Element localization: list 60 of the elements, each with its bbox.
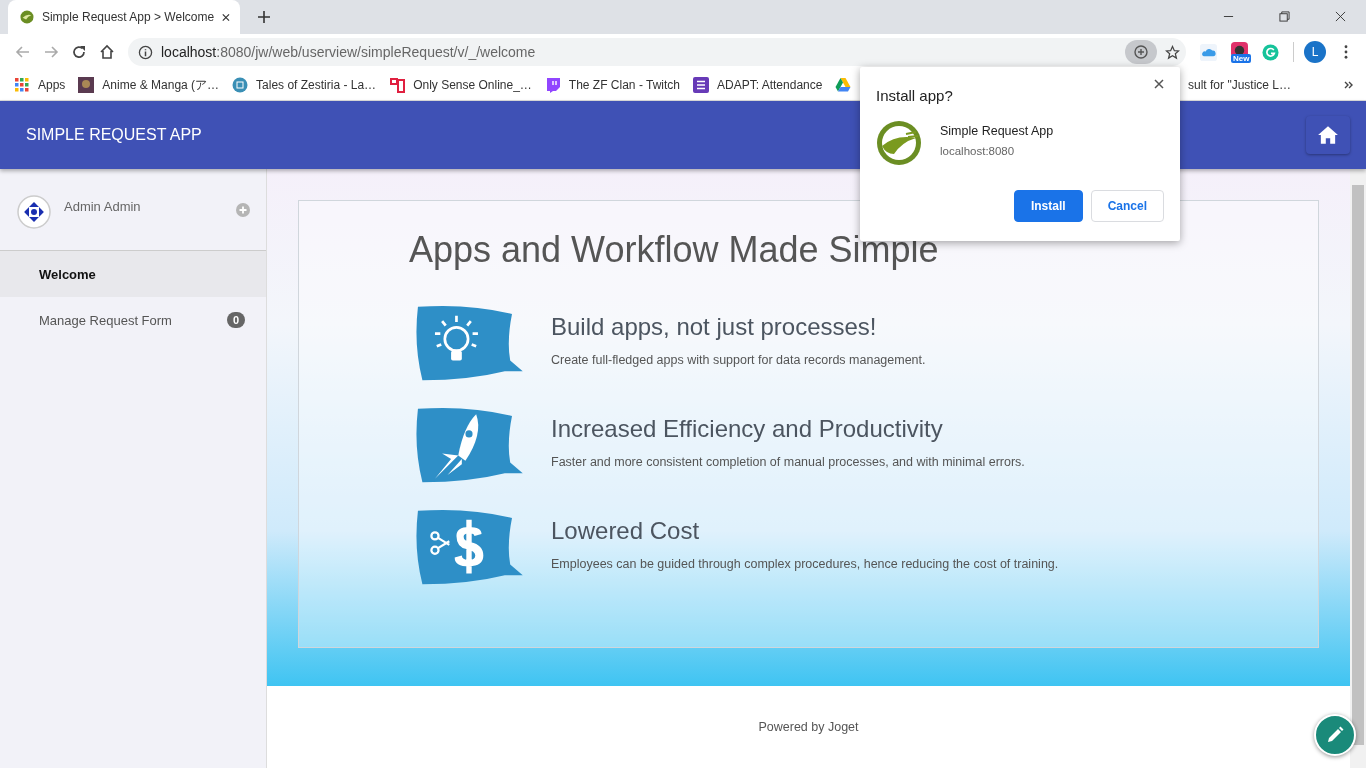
count-badge: 0 <box>226 312 245 328</box>
menu-icon[interactable] <box>1344 45 1348 59</box>
user-avatar <box>17 195 51 229</box>
browser-tab[interactable]: Simple Request App > Welcome <box>8 0 240 34</box>
bookmark[interactable]: sult for "Justice L… <box>1188 78 1291 92</box>
install-icon[interactable] <box>1125 40 1157 64</box>
profile-avatar[interactable]: L <box>1304 41 1326 63</box>
pencil-icon <box>1325 725 1345 745</box>
home-icon <box>1317 125 1339 145</box>
feature-title: Increased Efficiency and Productivity <box>551 415 944 443</box>
dialog-title: Install app? <box>876 87 953 104</box>
feature-description: Create full-fledged apps with support for data records management. <box>551 353 926 367</box>
url-text: localhost:8080/jw/web/userview/simpleRequest/v/_/welcome <box>161 44 536 60</box>
app-logo-icon <box>20 9 34 25</box>
user-name: Admin Admin <box>64 199 141 214</box>
close-icon[interactable] <box>1335 11 1346 22</box>
feature-title: Lowered Cost <box>551 517 701 545</box>
address-bar[interactable]: localhost:8080/jw/web/userview/simpleRequest/v/_/welcome <box>128 38 1186 66</box>
home-button[interactable] <box>1306 116 1350 154</box>
info-icon[interactable] <box>138 44 153 60</box>
footer-text: Powered by Joget <box>758 720 859 734</box>
menu-label: Manage Request Form <box>39 312 173 328</box>
app-name: Simple Request App <box>940 124 1054 138</box>
bookmark[interactable]: Only Sense Online_… <box>389 77 532 93</box>
cloud-icon[interactable] <box>1200 43 1217 61</box>
globe-icon <box>232 77 249 93</box>
close-icon[interactable] <box>1154 79 1164 89</box>
app-origin: localhost:8080 <box>940 145 1016 157</box>
home-icon[interactable] <box>99 44 115 60</box>
bookmark-logo-icon <box>389 77 406 93</box>
app-title: SIMPLE REQUEST APP <box>26 126 202 144</box>
chat-bubble-icon <box>544 77 561 93</box>
sidebar-item[interactable]: Welcome <box>0 251 266 297</box>
feature-title: Build apps, not just processes! <box>551 313 878 341</box>
feature-description: Faster and more consistent completion of manual processes, and with minimal errors. <box>551 455 1025 469</box>
cancel-button[interactable]: Cancel <box>1090 190 1164 222</box>
list-icon <box>693 77 709 93</box>
install-button[interactable]: Install <box>1013 190 1083 222</box>
welcome-heading: Apps and Workflow Made Simple <box>409 229 940 271</box>
bookmark[interactable]: Apps <box>14 77 66 93</box>
apps-grid-icon <box>14 77 30 93</box>
star-icon[interactable] <box>1165 44 1180 60</box>
bookmark[interactable]: Anime & Manga (ア… <box>78 76 220 94</box>
new-tab-icon[interactable] <box>258 11 270 23</box>
sidebar-item[interactable]: Manage Request Form 0 <box>0 297 266 343</box>
app-logo-icon <box>876 120 922 166</box>
thumbnail-icon <box>78 77 95 93</box>
close-icon[interactable] <box>222 12 230 22</box>
restore-icon[interactable] <box>1279 11 1290 22</box>
feature-description: Employees can be guided through complex procedures, hence reducing the cost of training. <box>551 557 1059 571</box>
tab-title: Simple Request App > Welcome <box>41 10 215 24</box>
bookmark[interactable]: ADAPT: Attendance <box>693 77 823 93</box>
chevron-icon[interactable] <box>1344 80 1354 90</box>
bookmark[interactable]: Tales of Zestiria - La… <box>232 77 377 93</box>
menu-label: Welcome <box>39 266 97 282</box>
bookmark[interactable] <box>835 77 852 93</box>
bookmark[interactable]: The ZF Clan - Twitch <box>544 77 680 93</box>
scrollbar[interactable] <box>1350 169 1366 768</box>
drive-icon <box>835 77 852 93</box>
reload-icon[interactable] <box>71 44 87 60</box>
